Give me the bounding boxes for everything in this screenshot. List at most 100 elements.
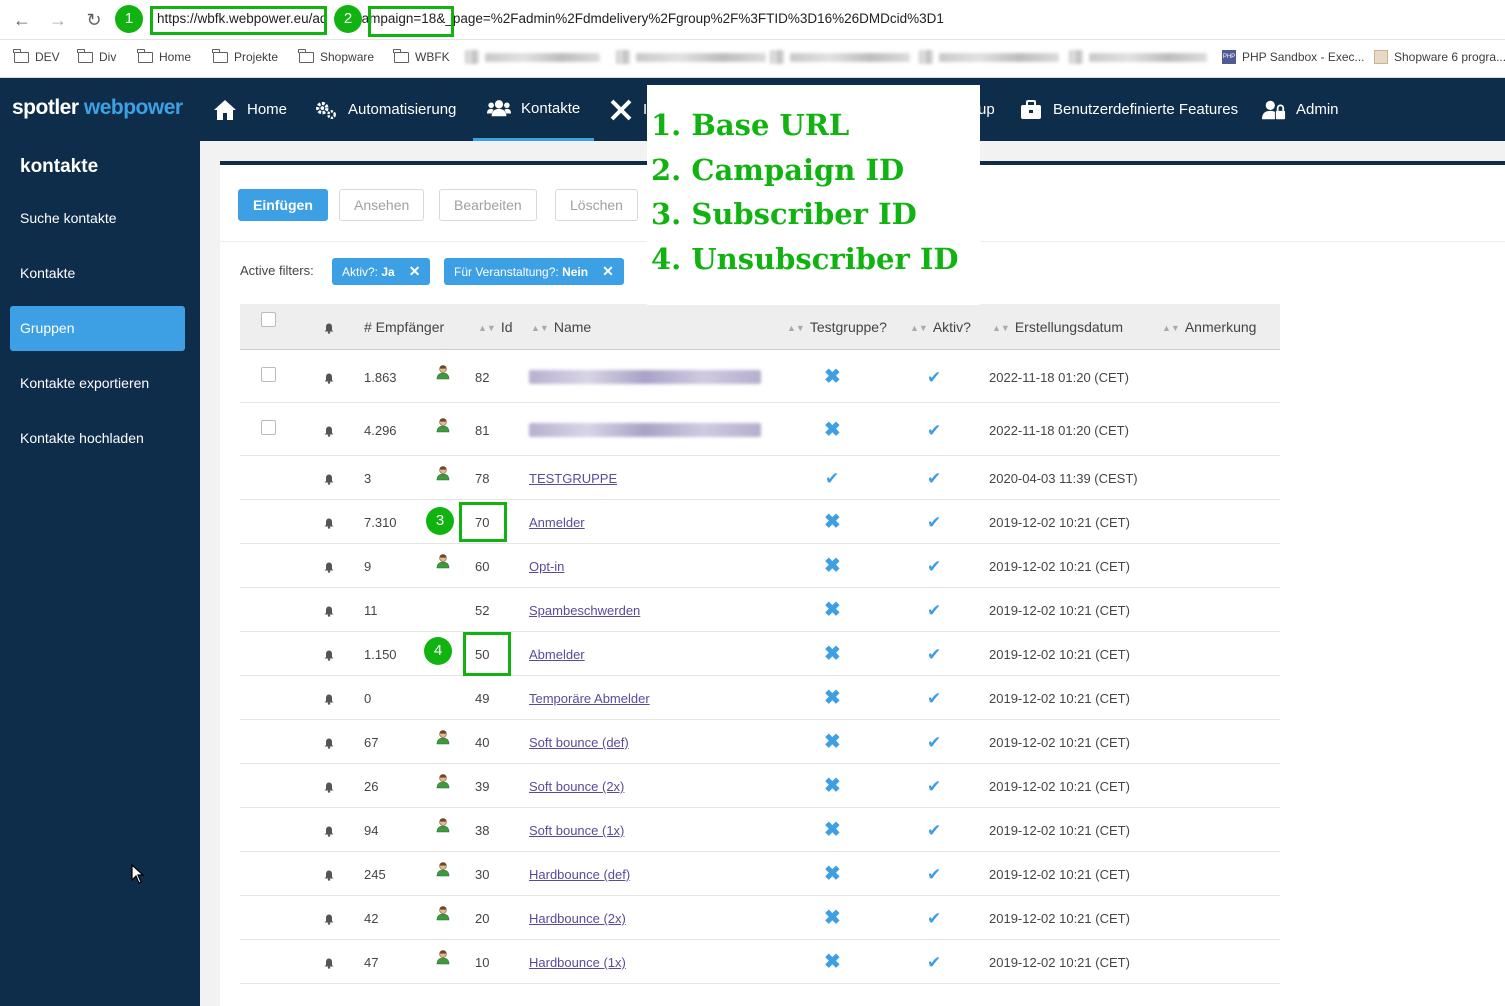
insert-button[interactable]: Einfügen [238, 189, 328, 221]
recipients-count: 1.863 [364, 369, 397, 385]
redacted-group-name[interactable] [529, 369, 761, 384]
folder-icon [77, 48, 93, 63]
table-row[interactable]: 1.150 50 Abmelder ✖ ✔ 2019-12-02 10:21 (CET) [240, 632, 1280, 676]
bookmark-projekte[interactable]: Projekte [212, 48, 278, 64]
check-icon: ✔ [927, 420, 942, 440]
back-arrow-icon[interactable]: ← [10, 8, 34, 32]
table-row[interactable]: 94 38 Soft bounce (1x) ✖ ✔ 2019-12-02 10:21 (… [240, 808, 1280, 852]
bookmark-wbfk[interactable]: WBFK [393, 48, 450, 64]
table-row[interactable]: 26 39 Soft bounce (2x) ✖ ✔ 2019-12-02 10:21 (… [240, 764, 1280, 808]
group-name-link[interactable]: Soft bounce (def) [529, 735, 629, 750]
close-icon[interactable]: ✕ [602, 263, 614, 279]
edit-button[interactable]: Bearbeiten [439, 189, 537, 221]
table-row[interactable]: 11 52 Spambeschwerden ✖ ✔ 2019-12-02 10:21 (C… [240, 588, 1280, 632]
table-row[interactable]: 9 60 Opt-in ✖ ✔ 2019-12-02 10:21 (CET) [240, 544, 1280, 588]
col-testgroup[interactable]: ▲▼ Testgruppe? [787, 304, 887, 350]
nav-automatisierung[interactable]: Automatisierung [314, 78, 456, 141]
col-id[interactable]: ▲▼ Id [478, 304, 513, 350]
row-checkbox[interactable] [261, 366, 276, 382]
person-icon [435, 364, 451, 380]
table-row[interactable]: 1.863 82 ✖ ✔ 2022-11-18 01:20 (CET) [240, 350, 1280, 403]
nav-admin[interactable]: Admin [1262, 78, 1339, 141]
nav-group-partial[interactable]: up [978, 78, 995, 141]
col-name[interactable]: ▲▼ Name [531, 304, 591, 350]
group-name-link[interactable]: Hardbounce (def) [529, 867, 630, 882]
col-active[interactable]: ▲▼ Aktiv? [910, 304, 971, 350]
table-row[interactable]: 0 49 Temporäre Abmelder ✖ ✔ 2019-12-02 10:21 … [240, 676, 1280, 720]
folder-icon [393, 48, 409, 63]
view-button[interactable]: Ansehen [339, 189, 425, 221]
cross-icon: ✖ [824, 599, 841, 621]
bookmark-shopware[interactable]: Shopware [298, 48, 374, 64]
nav-home[interactable]: Home [213, 78, 287, 141]
bookmark-div[interactable]: Div [77, 48, 116, 64]
cross-icon: ✖ [824, 951, 841, 973]
bookmark-shopware6[interactable]: Shopware 6 progra... [1374, 50, 1505, 64]
filter-chip-veranstaltung[interactable]: Für Veranstaltung?: Nein ✕ [444, 258, 624, 285]
table-row[interactable]: 47 10 Hardbounce (1x) ✖ ✔ 2019-12-02 10:21 (C… [240, 940, 1280, 984]
sidebar-item-kontakte-hochladen[interactable]: Kontakte hochladen [10, 416, 185, 461]
home-icon [213, 98, 237, 122]
group-name-link[interactable]: Soft bounce (2x) [529, 779, 624, 794]
bookmark-php-sandbox[interactable]: PHP PHP Sandbox - Exec... [1222, 50, 1365, 64]
redacted-group-name[interactable] [529, 422, 761, 437]
bookmark-blurred-3[interactable] [770, 50, 910, 64]
logo[interactable]: spotler webpower [12, 96, 183, 120]
group-name-link[interactable]: Anmelder [529, 515, 585, 530]
group-id: 52 [475, 603, 490, 618]
table-row[interactable]: 245 30 Hardbounce (def) ✖ ✔ 2019-12-02 10:21 … [240, 852, 1280, 896]
person-icon [435, 817, 451, 833]
bookmark-dev[interactable]: DEV [13, 48, 60, 64]
bell-icon [324, 473, 334, 485]
col-recipients[interactable]: # Empfänger [364, 304, 444, 350]
users-icon [487, 96, 511, 120]
bookmark-home[interactable]: Home [137, 48, 191, 64]
table-row[interactable]: 4.296 81 ✖ ✔ 2022-11-18 01:20 (CET) [240, 403, 1280, 456]
table-row[interactable]: 3 78 TESTGRUPPE ✔ ✔ 2020-04-03 11:39 (CEST) [240, 456, 1280, 500]
cross-icon: ✖ [824, 643, 841, 665]
bookmark-blurred-1[interactable] [465, 50, 600, 64]
forward-arrow-icon[interactable]: → [46, 8, 70, 32]
recipients-count: 0 [364, 691, 372, 706]
recipients-count: 47 [364, 955, 379, 970]
sidebar-item-kontakte-exportieren[interactable]: Kontakte exportieren [10, 361, 185, 406]
briefcase-icon [1019, 98, 1043, 122]
select-all-checkbox[interactable] [261, 312, 276, 327]
sidebar-item-kontakte[interactable]: Kontakte [10, 251, 185, 296]
nav-tools[interactable]: I [609, 78, 647, 141]
table-row[interactable]: 42 20 Hardbounce (2x) ✖ ✔ 2019-12-02 10:21 (C… [240, 896, 1280, 940]
group-name-link[interactable]: Hardbounce (1x) [529, 955, 626, 970]
nav-custom-features[interactable]: Benutzerdefinierte Features [1019, 78, 1238, 141]
group-name-link[interactable]: Temporäre Abmelder [529, 691, 650, 706]
table-header: # Empfänger ▲▼ Id ▲▼ Name ▲▼ Testgruppe? ▲▼… [240, 304, 1280, 350]
bookmark-blurred-4[interactable] [919, 50, 1059, 64]
group-name-link[interactable]: Hardbounce (2x) [529, 911, 626, 926]
annotation-marker-4: 4 [424, 637, 452, 665]
group-name-link[interactable]: Soft bounce (1x) [529, 823, 624, 838]
group-name-link[interactable]: Opt-in [529, 559, 564, 574]
nav-kontakte[interactable]: Kontakte [473, 78, 595, 141]
bookmark-blurred-5[interactable] [1069, 50, 1207, 64]
row-checkbox[interactable] [261, 419, 276, 435]
folder-icon [13, 48, 29, 63]
created-date: 2022-11-18 01:20 (CET) [989, 422, 1129, 438]
group-name-link[interactable]: Abmelder [529, 647, 585, 662]
sidebar: kontakte Suche kontakte Kontakte Gruppen… [0, 141, 200, 1006]
close-icon[interactable]: ✕ [409, 263, 421, 279]
delete-button[interactable]: Löschen [555, 189, 638, 221]
col-created[interactable]: ▲▼ Erstellungsdatum [992, 304, 1123, 350]
sidebar-item-gruppen[interactable]: Gruppen [10, 306, 185, 351]
table-row[interactable]: 7.310 70 Anmelder ✖ ✔ 2019-12-02 10:21 (CET) [240, 500, 1280, 544]
person-icon [435, 465, 451, 481]
sidebar-item-suche-kontakte[interactable]: Suche kontakte [10, 196, 185, 241]
cross-icon: ✖ [824, 365, 841, 388]
table-row[interactable]: 67 40 Soft bounce (def) ✖ ✔ 2019-12-02 10:21 … [240, 720, 1280, 764]
person-icon [435, 773, 451, 789]
group-name-link[interactable]: Spambeschwerden [529, 603, 640, 618]
created-date: 2019-12-02 10:21 (CET) [989, 647, 1130, 662]
group-name-link[interactable]: TESTGRUPPE [529, 471, 617, 486]
filter-chip-aktiv[interactable]: Aktiv?: Ja ✕ [332, 258, 431, 285]
bookmark-blurred-2[interactable] [616, 50, 766, 64]
col-note[interactable]: ▲▼ Anmerkung [1162, 304, 1256, 350]
reload-icon[interactable]: ↻ [82, 8, 106, 32]
